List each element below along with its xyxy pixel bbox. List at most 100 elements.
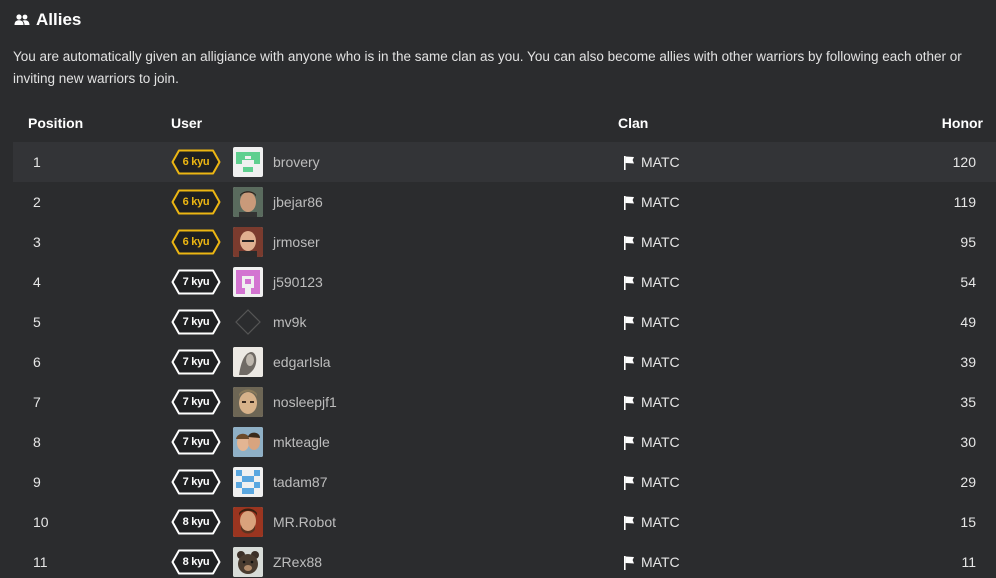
rank-label: 7 kyu <box>182 276 210 288</box>
position-cell: 6 <box>33 354 41 370</box>
honor-cell: 15 <box>960 514 976 530</box>
flag-icon <box>623 395 635 410</box>
clan-name: MATC <box>641 314 680 330</box>
user-cell: 7 kyu nosleepjf1 <box>171 382 618 422</box>
avatar[interactable] <box>233 147 263 177</box>
clan-cell: MATC <box>618 302 868 342</box>
section-title: Allies <box>36 10 82 29</box>
rank-badge: 6 kyu <box>171 149 221 175</box>
position-cell: 10 <box>33 514 49 530</box>
clan-name: MATC <box>641 354 680 370</box>
avatar[interactable] <box>233 387 263 417</box>
rank-label: 6 kyu <box>182 156 210 168</box>
column-header-clan: Clan <box>618 115 649 131</box>
user-cell: 7 kyu mv9k <box>171 302 618 342</box>
rank-badge: 7 kyu <box>171 389 221 415</box>
username-link[interactable]: mv9k <box>273 314 306 330</box>
clan-cell: MATC <box>618 542 868 578</box>
rank-badge: 8 kyu <box>171 549 221 575</box>
honor-cell: 54 <box>960 274 976 290</box>
username-link[interactable]: tadam87 <box>273 474 327 490</box>
avatar[interactable] <box>233 267 263 297</box>
position-cell: 9 <box>33 474 41 490</box>
section-description: You are automatically given an alligianc… <box>13 49 962 86</box>
clan-cell: MATC <box>618 502 868 542</box>
flag-icon <box>623 475 635 490</box>
avatar[interactable] <box>233 347 263 377</box>
clan-cell: MATC <box>618 182 868 222</box>
table-row: 9 7 kyu tadam87 MATC 29 <box>13 462 996 502</box>
position-cell: 3 <box>33 234 41 250</box>
avatar[interactable] <box>233 187 263 217</box>
flag-icon <box>623 315 635 330</box>
honor-cell: 120 <box>868 142 996 182</box>
clan-name: MATC <box>641 474 680 490</box>
rank-label: 7 kyu <box>182 476 210 488</box>
table-row: 3 6 kyu jrmoser MATC 95 <box>13 222 996 262</box>
user-cell: 7 kyu edgarIsla <box>171 342 618 382</box>
avatar[interactable] <box>233 427 263 457</box>
table-row: 8 7 kyu mkteagle MATC 30 <box>13 422 996 462</box>
username-link[interactable]: ZRex88 <box>273 554 322 570</box>
flag-icon <box>623 555 635 570</box>
username-link[interactable]: j590123 <box>273 274 323 290</box>
position-cell: 7 <box>33 394 41 410</box>
rank-badge: 7 kyu <box>171 269 221 295</box>
user-cell: 7 kyu tadam87 <box>171 462 618 502</box>
table-row: 4 7 kyu j590123 MATC 54 <box>13 262 996 302</box>
honor-cell: 49 <box>960 314 976 330</box>
rank-label: 7 kyu <box>182 316 210 328</box>
rank-label: 8 kyu <box>182 516 210 528</box>
clan-cell: MATC <box>618 342 868 382</box>
honor-cell: 11 <box>961 554 976 570</box>
honor-cell: 119 <box>953 194 976 210</box>
position-cell: 2 <box>33 194 41 210</box>
rank-badge: 8 kyu <box>171 509 221 535</box>
table-row: 2 6 kyu jbejar86 MATC 119 <box>13 182 996 222</box>
clan-name: MATC <box>641 394 680 410</box>
username-link[interactable]: brovery <box>273 154 320 170</box>
username-link[interactable]: edgarIsla <box>273 354 331 370</box>
clan-cell: MATC <box>618 422 868 462</box>
user-cell: 6 kyu jrmoser <box>171 222 618 262</box>
table-row: 6 7 kyu edgarIsla MATC 39 <box>13 342 996 382</box>
table-row: 11 8 kyu ZRex88 MATC 11 <box>13 542 996 578</box>
username-link[interactable]: jrmoser <box>273 234 320 250</box>
clan-name: MATC <box>641 194 680 210</box>
clan-name: MATC <box>641 514 680 530</box>
honor-cell: 29 <box>960 474 976 490</box>
username-link[interactable]: MR.Robot <box>273 514 336 530</box>
flag-icon <box>623 435 635 450</box>
username-link[interactable]: jbejar86 <box>273 194 323 210</box>
avatar[interactable] <box>233 467 263 497</box>
column-header-position: Position <box>28 115 84 131</box>
clan-cell: MATC <box>618 462 868 502</box>
clan-cell: MATC <box>618 262 868 302</box>
flag-icon <box>623 235 635 250</box>
username-link[interactable]: mkteagle <box>273 434 330 450</box>
table-row: 1 6 kyu brovery MATC 120 <box>13 142 996 182</box>
clan-name: MATC <box>641 154 680 170</box>
avatar[interactable] <box>233 547 263 577</box>
clan-cell: MATC <box>618 222 868 262</box>
avatar[interactable] <box>233 507 263 537</box>
rank-label: 6 kyu <box>182 236 210 248</box>
avatar[interactable] <box>233 307 263 337</box>
clan-name: MATC <box>641 554 680 570</box>
flag-icon <box>623 155 635 170</box>
table-header-row: Position User Clan Honor <box>13 104 996 142</box>
rank-label: 7 kyu <box>182 396 210 408</box>
section-header: Allies <box>14 10 81 30</box>
avatar[interactable] <box>233 227 263 257</box>
rank-badge: 6 kyu <box>171 189 221 215</box>
rank-badge: 7 kyu <box>171 469 221 495</box>
username-link[interactable]: nosleepjf1 <box>273 394 337 410</box>
flag-icon <box>623 275 635 290</box>
rank-label: 6 kyu <box>182 196 210 208</box>
allies-panel: Allies You are automatically given an al… <box>0 0 996 578</box>
rank-label: 7 kyu <box>182 436 210 448</box>
column-header-user: User <box>171 115 203 131</box>
rank-badge: 7 kyu <box>171 429 221 455</box>
honor-cell: 35 <box>960 394 976 410</box>
user-cell: 7 kyu j590123 <box>171 262 618 302</box>
